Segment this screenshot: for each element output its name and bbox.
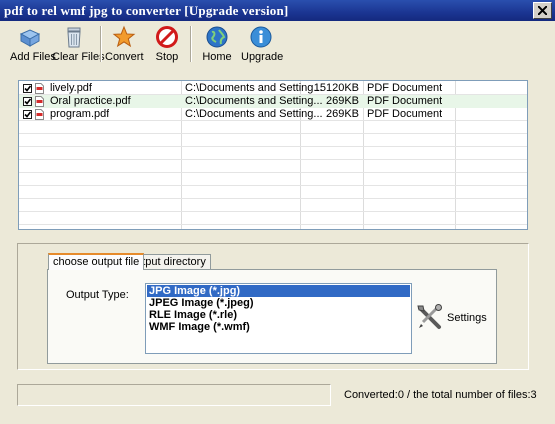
pdf-file-icon	[35, 109, 44, 120]
settings-label: Settings	[447, 312, 487, 324]
pdf-file-icon	[35, 83, 44, 94]
stop-button[interactable]: Stop	[150, 24, 184, 64]
trash-icon	[67, 27, 81, 48]
file-name: program.pdf	[50, 108, 110, 120]
file-path: C:\Documents and Setting...	[185, 82, 323, 94]
file-path: C:\Documents and Setting...	[185, 108, 323, 120]
output-type-option[interactable]: JPG Image (*.jpg)	[147, 285, 410, 297]
progress-bar	[17, 384, 331, 406]
star-icon	[112, 25, 136, 48]
row-divider	[19, 211, 527, 212]
stop-icon	[156, 26, 178, 48]
toolbar-separator	[190, 26, 192, 62]
toolbar: Add Files Clear Files Convert Stop Home	[0, 22, 555, 67]
file-size: 269KB	[325, 95, 359, 107]
row-divider	[19, 133, 527, 134]
checkmark-icon	[24, 85, 31, 92]
file-type: PDF Document	[367, 108, 443, 120]
row-divider	[19, 159, 527, 160]
table-row[interactable]: program.pdf C:\Documents and Setting... …	[19, 108, 527, 121]
output-type-option[interactable]: RLE Image (*.rle)	[147, 309, 410, 321]
table-row[interactable]: lively.pdf C:\Documents and Setting... 1…	[19, 82, 527, 95]
toolbar-separator	[100, 26, 102, 62]
checkmark-icon	[24, 111, 31, 118]
title-bar[interactable]: pdf to rel wmf jpg to converter [Upgrade…	[0, 0, 555, 21]
convert-label: Convert	[105, 51, 144, 63]
add-files-button[interactable]: Add Files	[10, 24, 56, 64]
add-files-label: Add Files	[10, 51, 56, 63]
file-size: 15120KB	[313, 82, 359, 94]
add-files-icon	[19, 29, 41, 47]
row-divider	[19, 185, 527, 186]
tab-choose-output-file[interactable]: choose output file	[48, 253, 145, 270]
upgrade-icon	[250, 26, 272, 48]
file-type: PDF Document	[367, 95, 443, 107]
file-size: 269KB	[325, 108, 359, 120]
close-icon	[538, 6, 547, 15]
output-type-option[interactable]: WMF Image (*.wmf)	[147, 321, 410, 333]
stop-label: Stop	[155, 51, 179, 63]
tab-label: choose output file	[53, 256, 140, 268]
file-name: Oral practice.pdf	[50, 95, 131, 107]
upgrade-button[interactable]: Upgrade	[241, 24, 284, 64]
clear-files-label: Clear Files	[52, 51, 105, 63]
settings-button[interactable]: Settings	[416, 303, 496, 331]
status-separator: / the total number of files:	[403, 389, 531, 401]
row-divider	[19, 146, 527, 147]
window-title: pdf to rel wmf jpg to converter [Upgrade…	[4, 3, 289, 18]
file-list[interactable]: lively.pdf C:\Documents and Setting... 1…	[18, 80, 528, 230]
wrench-screwdriver-icon	[417, 304, 442, 329]
file-type: PDF Document	[367, 82, 443, 94]
home-label: Home	[202, 51, 232, 63]
pdf-file-icon	[35, 96, 44, 107]
row-divider	[19, 224, 527, 225]
row-checkbox[interactable]	[23, 97, 32, 106]
converted-label: Converted:	[344, 389, 398, 401]
close-button[interactable]	[533, 2, 552, 19]
row-checkbox[interactable]	[23, 84, 32, 93]
output-type-label: Output Type:	[66, 289, 129, 301]
upgrade-label: Upgrade	[241, 51, 284, 63]
checkmark-icon	[24, 98, 31, 105]
row-divider	[19, 198, 527, 199]
output-type-option[interactable]: JPEG Image (*.jpeg)	[147, 297, 410, 309]
globe-icon	[206, 26, 228, 48]
home-button[interactable]: Home	[200, 24, 234, 64]
total-files-count: 3	[530, 389, 537, 401]
table-row[interactable]: Oral practice.pdf C:\Documents and Setti…	[19, 95, 527, 108]
file-name: lively.pdf	[50, 82, 92, 94]
convert-button[interactable]: Convert	[105, 24, 144, 64]
output-type-list[interactable]: JPG Image (*.jpg) JPEG Image (*.jpeg) RL…	[145, 283, 412, 354]
row-divider	[19, 172, 527, 173]
status-text: Converted:0 / the total number of files:…	[344, 389, 537, 401]
file-path: C:\Documents and Setting...	[185, 95, 323, 107]
clear-files-button[interactable]: Clear Files	[52, 24, 105, 64]
row-checkbox[interactable]	[23, 110, 32, 119]
